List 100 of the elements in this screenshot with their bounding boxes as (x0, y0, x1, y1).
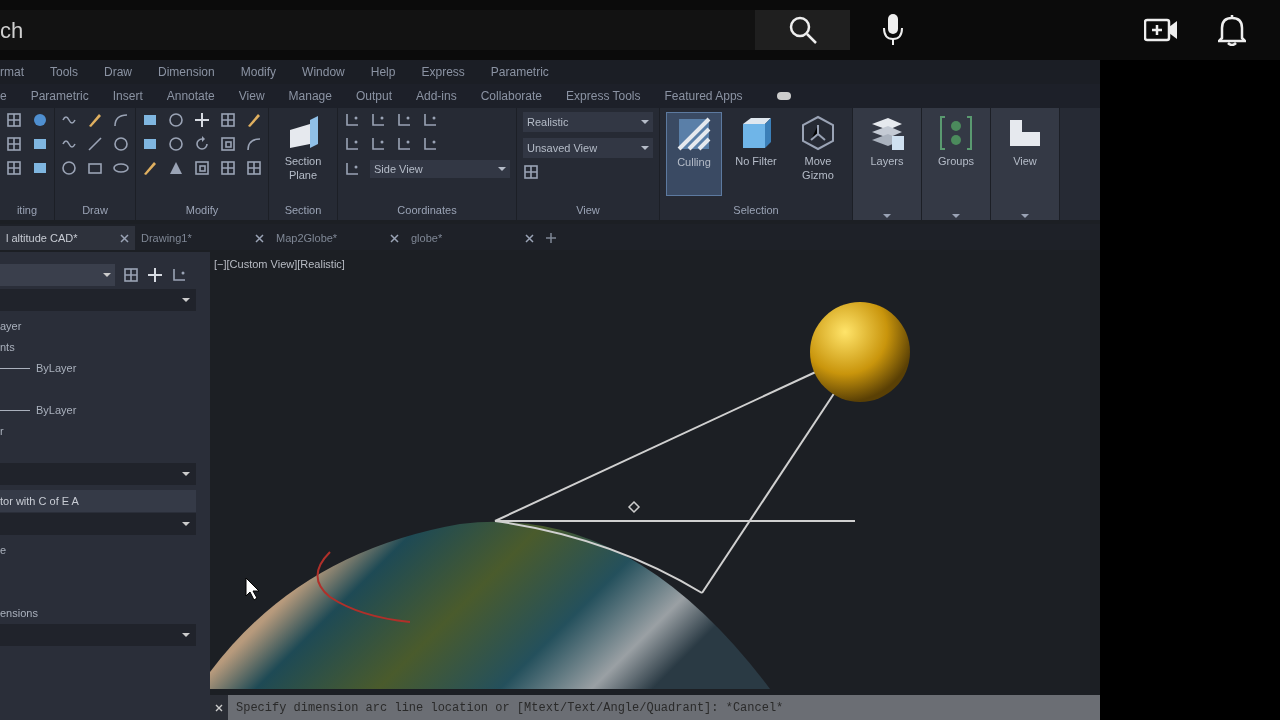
pencil-icon[interactable] (246, 112, 262, 128)
grid-icon[interactable] (6, 160, 22, 176)
close-icon[interactable] (215, 703, 223, 712)
square-icon[interactable] (194, 160, 210, 176)
ribbon-tab[interactable]: Express Tools (566, 87, 641, 105)
caret-icon (182, 522, 190, 526)
document-tab[interactable]: l altitude CAD* (0, 226, 135, 250)
arc-icon[interactable] (113, 112, 129, 128)
style-dropdown[interactable]: Realistic (523, 112, 653, 132)
grid-icon[interactable] (123, 267, 139, 283)
ribbon-tab[interactable]: Add-ins (415, 87, 457, 105)
close-icon[interactable] (120, 233, 129, 243)
group-brackets-icon (937, 114, 975, 152)
ribbon-tab[interactable]: Output (355, 87, 392, 105)
caret-icon (182, 298, 190, 302)
property-label: ayer (0, 318, 22, 334)
menu-item[interactable]: Dimension (158, 63, 215, 81)
ellipse-icon[interactable] (113, 160, 129, 176)
grid-icon[interactable] (523, 164, 539, 180)
axes-icon[interactable] (396, 112, 412, 128)
grid-icon[interactable] (220, 112, 236, 128)
property-value: ByLayer (36, 402, 77, 418)
menu-item[interactable]: Express (421, 63, 465, 81)
ribbon-button[interactable]: Culling (666, 112, 722, 196)
grid-icon[interactable] (6, 136, 22, 152)
caret-icon (641, 120, 649, 124)
ribbon-tab[interactable]: Manage (288, 87, 332, 105)
axes-icon[interactable] (422, 112, 438, 128)
menu-item[interactable]: Draw (104, 63, 133, 81)
video-camera-plus-icon[interactable] (1144, 17, 1178, 43)
menu-item[interactable]: Help (370, 63, 396, 81)
command-line-text: Specify dimension arc line location or [Mtext/Text/Angle/Quadrant]: *Cancel* (236, 699, 784, 717)
panel-title[interactable]: Modify (142, 201, 262, 218)
ribbon-tab[interactable]: View (238, 87, 265, 105)
ribbon-tab[interactable]: Parametric (30, 87, 89, 105)
search-field[interactable]: ch (0, 10, 755, 50)
axes-icon[interactable] (344, 112, 360, 128)
axes-icon[interactable] (344, 136, 360, 152)
panel-title[interactable]: Selection (666, 201, 846, 218)
search-button[interactable] (755, 10, 850, 50)
panel-title[interactable]: iting (6, 201, 48, 218)
caret-icon (103, 273, 111, 277)
close-icon[interactable] (390, 233, 399, 243)
menu-item[interactable]: Parametric (490, 63, 549, 81)
caret-icon[interactable] (883, 214, 891, 218)
caret-icon (498, 167, 506, 171)
caret-icon[interactable] (952, 214, 960, 218)
rotate-icon[interactable] (194, 136, 210, 152)
property-value[interactable]: tor with C of E A (0, 490, 196, 512)
circle-icon[interactable] (168, 136, 184, 152)
pencil-icon[interactable] (142, 160, 158, 176)
ribbon-tab[interactable]: Featured Apps (664, 87, 743, 105)
caret-icon (182, 472, 190, 476)
axes-icon[interactable] (344, 161, 360, 177)
ribbon-button[interactable]: Move Gizmo (790, 112, 846, 196)
circle-icon[interactable] (61, 160, 77, 176)
axes-icon[interactable] (370, 136, 386, 152)
panel-title[interactable]: Coordinates (344, 201, 510, 218)
notification-bell-icon[interactable] (1218, 14, 1246, 46)
viewport-label[interactable]: [−][Custom View][Realistic] (214, 256, 345, 273)
triangle-icon[interactable] (168, 160, 184, 176)
ribbon-tab[interactable]: Collaborate (480, 87, 543, 105)
line-icon[interactable] (87, 136, 103, 152)
plus-icon[interactable] (546, 233, 556, 243)
axes-icon[interactable] (171, 267, 187, 283)
ribbon-tab[interactable]: Insert (112, 87, 143, 105)
ribbon-button[interactable]: Section Plane (275, 112, 331, 196)
line-sample-icon (0, 367, 30, 369)
ribbon-tab[interactable]: e (0, 87, 7, 105)
panel-title[interactable]: Section (275, 201, 331, 218)
circle-icon[interactable] (113, 136, 129, 152)
menu-item[interactable]: Tools (50, 63, 78, 81)
square-icon[interactable] (220, 136, 236, 152)
gizmo-icon (799, 114, 837, 152)
panel-title[interactable]: View (523, 201, 653, 218)
cross-arrows-icon[interactable] (147, 267, 163, 283)
menu-item[interactable]: Window (302, 63, 345, 81)
grid-icon[interactable] (220, 160, 236, 176)
close-icon[interactable] (525, 233, 534, 243)
menu-item[interactable]: rmat (0, 63, 24, 81)
grid-icon[interactable] (246, 160, 262, 176)
pencil-icon[interactable] (87, 112, 103, 128)
caret-icon[interactable] (1021, 214, 1029, 218)
grid-icon[interactable] (6, 112, 22, 128)
circle-icon[interactable] (168, 112, 184, 128)
axes-icon[interactable] (370, 112, 386, 128)
view-dropdown[interactable]: Side View (370, 160, 510, 178)
close-icon[interactable] (255, 233, 264, 243)
ribbon-button[interactable]: No Filter (728, 112, 784, 196)
axes-icon[interactable] (396, 136, 412, 152)
toggle-icon[interactable] (776, 92, 791, 100)
menu-item[interactable]: Modify (240, 63, 277, 81)
ribbon-tab[interactable]: Annotate (166, 87, 215, 105)
cross-arrows-icon[interactable] (194, 112, 210, 128)
rectangle-icon[interactable] (87, 160, 103, 176)
axes-icon[interactable] (422, 136, 438, 152)
style-dropdown[interactable]: Unsaved View (523, 138, 653, 158)
arc-icon[interactable] (246, 136, 262, 152)
panel-title[interactable]: Draw (61, 201, 129, 218)
microphone-icon[interactable] (882, 14, 904, 46)
